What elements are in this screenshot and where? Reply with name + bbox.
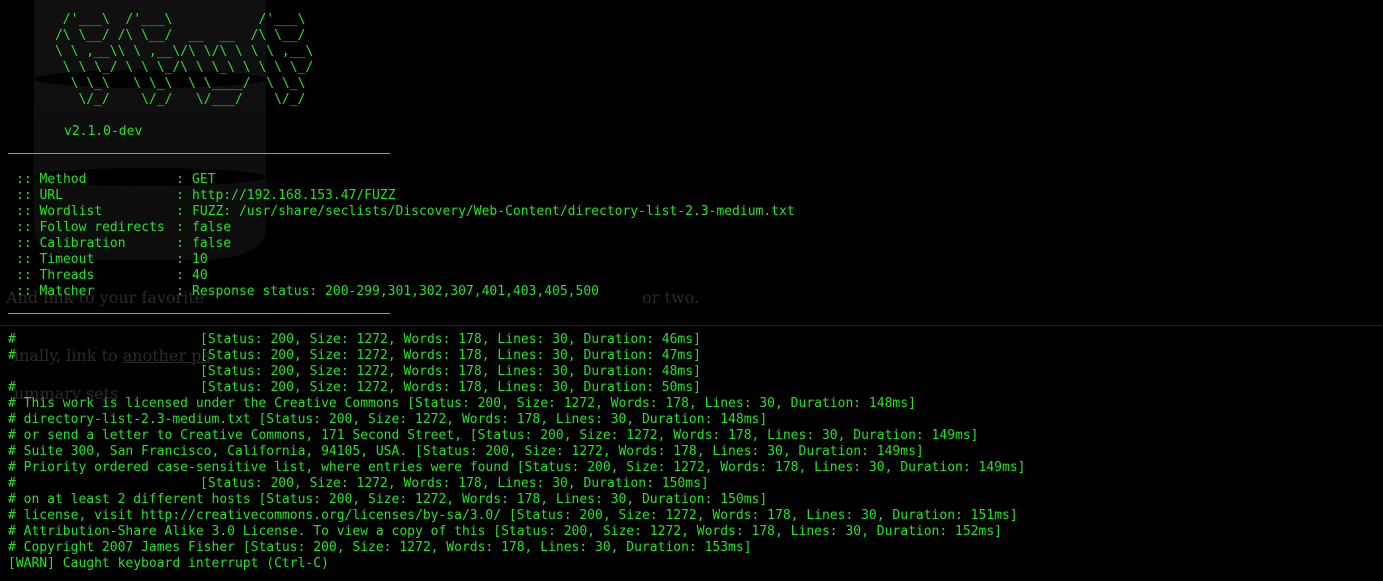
result-line: # license, visit http://creativecommons.… xyxy=(8,508,1018,523)
banner-line: /'___\ /'___\ /'___\ xyxy=(8,12,306,27)
config-row-follow-redirects: :: Follow redirects: false xyxy=(16,220,232,235)
config-row-matcher: :: Matcher: Response status: 200-299,301,… xyxy=(16,284,599,299)
version-label: v2.1.0-dev xyxy=(64,124,143,139)
separator xyxy=(8,153,390,154)
result-line: # Copyright 2007 James Fisher [Status: 2… xyxy=(8,540,752,555)
config-row-timeout: :: Timeout:10 xyxy=(16,252,208,267)
warn-message: [WARN] Caught keyboard interrupt (Ctrl-C… xyxy=(8,556,329,571)
result-line: # on at least 2 different hosts [Status:… xyxy=(8,492,768,507)
banner-line: \ \_\ \ \_\ \ \____/ \ \_\ xyxy=(8,76,306,91)
result-line: # [Status: 200, Size: 1272, Words: 178, L… xyxy=(8,332,701,347)
result-line: # directory-list-2.3-medium.txt [Status:… xyxy=(8,412,768,427)
terminal-window[interactable]: And link to your favorite or two. inally,… xyxy=(0,0,1383,581)
banner-line: \ \ ,__\\ \ ,__\/\ \/\ \ \ \ ,__\ xyxy=(8,44,314,59)
config-row-url: :: URL: http://192.168.153.47/FUZZ xyxy=(16,188,396,203)
result-line: # or send a letter to Creative Commons, … xyxy=(8,428,979,443)
result-line: # [Status: 200, Size: 1272, Words: 178, L… xyxy=(8,380,701,395)
banner-line: \/_/ \/_/ \/___/ \/_/ xyxy=(8,92,306,107)
result-line: # Attribution-Share Alike 3.0 License. T… xyxy=(8,524,1002,539)
config-row-wordlist: :: Wordlist: FUZZ: /usr/share/seclists/Di… xyxy=(16,204,795,219)
result-line: # [Status: 200, Size: 1272, Words: 178, L… xyxy=(8,476,709,491)
result-line: # Suite 300, San Francisco, California, … xyxy=(8,444,924,459)
result-line: # This work is licensed under the Creati… xyxy=(8,396,916,411)
config-row-method: :: Method: GET xyxy=(16,172,216,187)
config-row-calibration: :: Calibration: false xyxy=(16,236,232,251)
banner-line: /\ \__/ /\ \__/ __ __ /\ \__/ xyxy=(8,28,306,43)
result-line: # [Status: 200, Size: 1272, Words: 178, L… xyxy=(8,348,701,363)
banner-line: \ \ \_/ \ \ \_/\ \ \_\ \ \ \ \_/ xyxy=(8,60,314,75)
separator xyxy=(8,313,390,314)
ghost-divider xyxy=(0,325,1383,326)
result-line: # Priority ordered case-sensitive list, … xyxy=(8,460,1026,475)
result-line: [Status: 200, Size: 1272, Words: 178, Li… xyxy=(200,364,701,379)
config-row-threads: :: Threads:40 xyxy=(16,268,208,283)
